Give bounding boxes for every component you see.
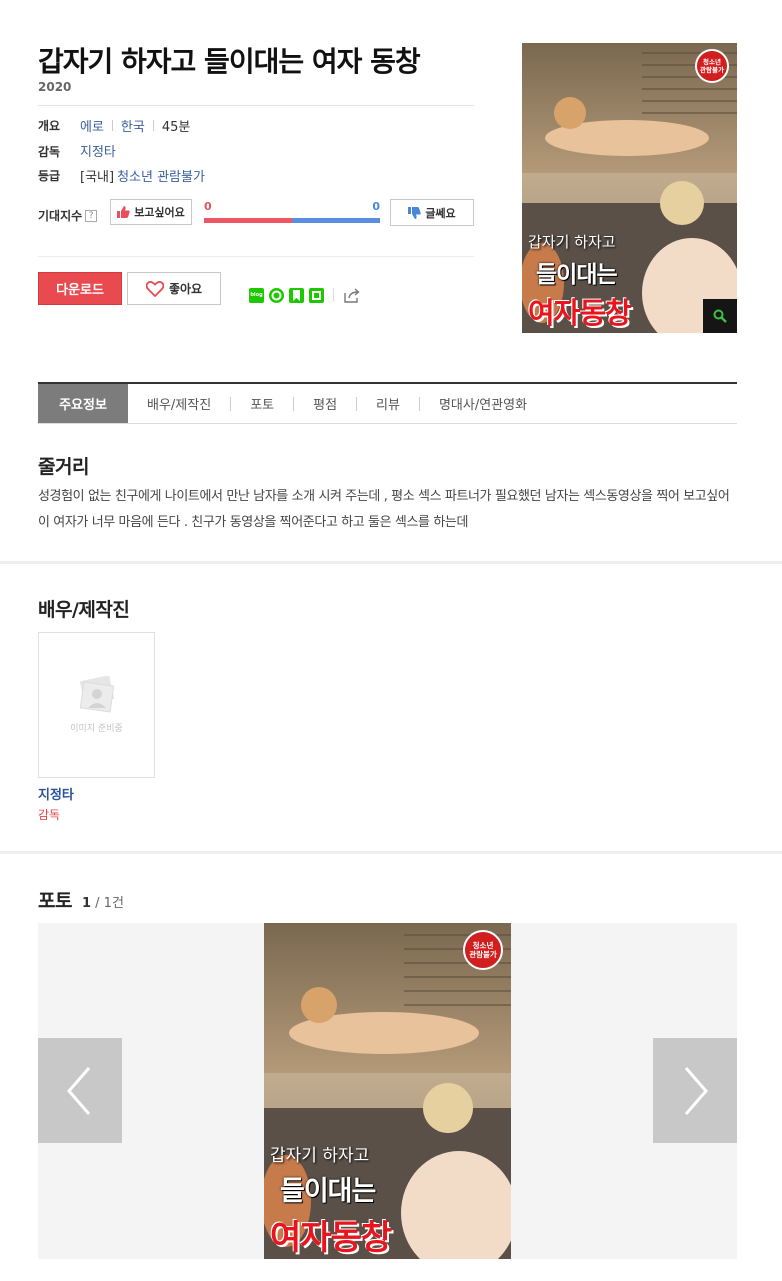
runtime: 45분 (161, 120, 191, 135)
movie-year: 2020 (38, 80, 72, 94)
keep-glyph (312, 290, 321, 300)
poster-subtitle: 갑자기 하자고 (528, 233, 616, 251)
tab-review[interactable]: 리뷰 (357, 384, 419, 423)
magnifier-icon (713, 309, 727, 323)
tab-quotes[interactable]: 명대사/연관영화 (420, 384, 546, 423)
blog-share-icon[interactable]: blog (249, 287, 264, 303)
help-icon[interactable]: ? (85, 209, 98, 222)
synopsis-heading: 줄거리 (38, 456, 89, 478)
band-share-icon[interactable] (269, 287, 284, 303)
photo-count: 1 / 1건 (82, 892, 124, 911)
meh-label: 글쎄요 (425, 206, 456, 220)
cast-heading: 배우/제작진 (38, 599, 130, 621)
share-row: blog (249, 287, 361, 303)
cast-role: 감독 (38, 808, 61, 822)
like-button[interactable]: 좋아요 (127, 272, 221, 305)
blog-share-label: blog (250, 292, 263, 298)
tab-main-info[interactable]: 주요정보 (38, 384, 128, 423)
tab-bar: 주요정보 배우/제작진 포토 평점 리뷰 명대사/연관영화 (38, 382, 737, 424)
bookmark-glyph (293, 289, 300, 301)
no-image-text: 이미지 준비중 (70, 724, 123, 734)
chevron-right-icon (684, 1066, 708, 1115)
no-image-icon (79, 676, 115, 713)
zoom-button[interactable] (703, 299, 737, 333)
share-icon[interactable] (343, 287, 361, 303)
tab-score[interactable]: 평점 (294, 384, 356, 423)
poster-title-line2: 들이대는 (536, 262, 618, 288)
cast-photo-card[interactable]: 이미지 준비중 (38, 632, 155, 778)
photo-header: 포토 1 / 1건 (38, 886, 124, 913)
movie-poster[interactable]: 청소년 관람불가 갑자기 하자고 들이대는 여자동창 (522, 43, 737, 333)
expectation-text: 기대지수 (38, 209, 83, 223)
photo-total: / 1건 (95, 896, 124, 911)
director-values: 지정타 (80, 141, 116, 160)
meh-count: 0 (372, 200, 380, 213)
section-divider (0, 851, 782, 854)
meh-ratio-bar (292, 218, 380, 223)
divider (38, 105, 474, 106)
gallery-age-badge: 청소년 관람불가 (463, 930, 503, 970)
meh-button[interactable]: 글쎄요 (390, 199, 474, 226)
share-separator (333, 288, 334, 302)
photo-current: 1 (81, 896, 92, 911)
age-rating-badge: 청소년 관람불가 (695, 49, 729, 83)
like-label: 좋아요 (168, 282, 203, 296)
rating-prefix: [국내] (80, 170, 115, 185)
gallery-title-line2: 들이대는 (280, 1176, 376, 1207)
rating-label: 등급 (38, 169, 61, 183)
overview-values: 에로 한국 45분 (80, 116, 190, 135)
download-button[interactable]: 다운로드 (38, 272, 122, 305)
bookmark-share-icon[interactable] (289, 287, 304, 303)
thumbs-down-icon (408, 206, 421, 219)
want-to-see-label: 보고싶어요 (134, 206, 185, 219)
rating-values: [국내] 청소년 관람불가 (80, 166, 205, 185)
photo-heading: 포토 (38, 890, 72, 912)
heart-icon (145, 280, 164, 297)
want-count: 0 (204, 200, 212, 213)
country-link[interactable]: 한국 (121, 116, 145, 135)
tab-photo[interactable]: 포토 (231, 384, 293, 423)
expectation-bar: 0 0 (204, 200, 380, 224)
gallery-subtitle: 갑자기 하자고 (270, 1146, 370, 1166)
want-ratio-bar (204, 218, 292, 223)
expectation-label: 기대지수 ? (38, 207, 98, 224)
gallery-title-line3: 여자동창 (270, 1218, 392, 1258)
synopsis-text: 성경험이 없는 친구에게 나이트에서 만난 남자를 소개 시켜 주는데 , 평소… (38, 489, 730, 530)
director-link[interactable]: 지정타 (80, 141, 116, 160)
section-divider (0, 561, 782, 564)
tab-cast[interactable]: 배우/제작진 (128, 384, 230, 423)
want-to-see-button[interactable]: 보고싶어요 (110, 199, 192, 225)
separator (111, 120, 113, 131)
photo-gallery: 청소년 관람불가 갑자기 하자고 들이대는 여자동창 (38, 923, 737, 1259)
director-label: 감독 (38, 145, 61, 159)
rating-link[interactable]: 청소년 관람불가 (117, 166, 205, 185)
separator (152, 120, 154, 131)
chevron-left-icon (67, 1066, 91, 1115)
movie-title: 갑자기 하자고 들이대는 여자 동창 (38, 45, 421, 78)
genre-link[interactable]: 에로 (80, 116, 104, 135)
band-glyph (271, 290, 282, 300)
keep-share-icon[interactable] (309, 287, 324, 303)
overview-label: 개요 (38, 119, 61, 133)
next-photo-button[interactable] (653, 1038, 737, 1143)
divider (38, 256, 474, 257)
cast-name[interactable]: 지정타 (38, 784, 74, 803)
gallery-image[interactable]: 청소년 관람불가 갑자기 하자고 들이대는 여자동창 (264, 923, 511, 1259)
gallery-still (264, 923, 511, 1259)
poster-title-line3: 여자동창 (528, 296, 632, 330)
prev-photo-button[interactable] (38, 1038, 122, 1143)
thumbs-up-icon (117, 206, 130, 218)
